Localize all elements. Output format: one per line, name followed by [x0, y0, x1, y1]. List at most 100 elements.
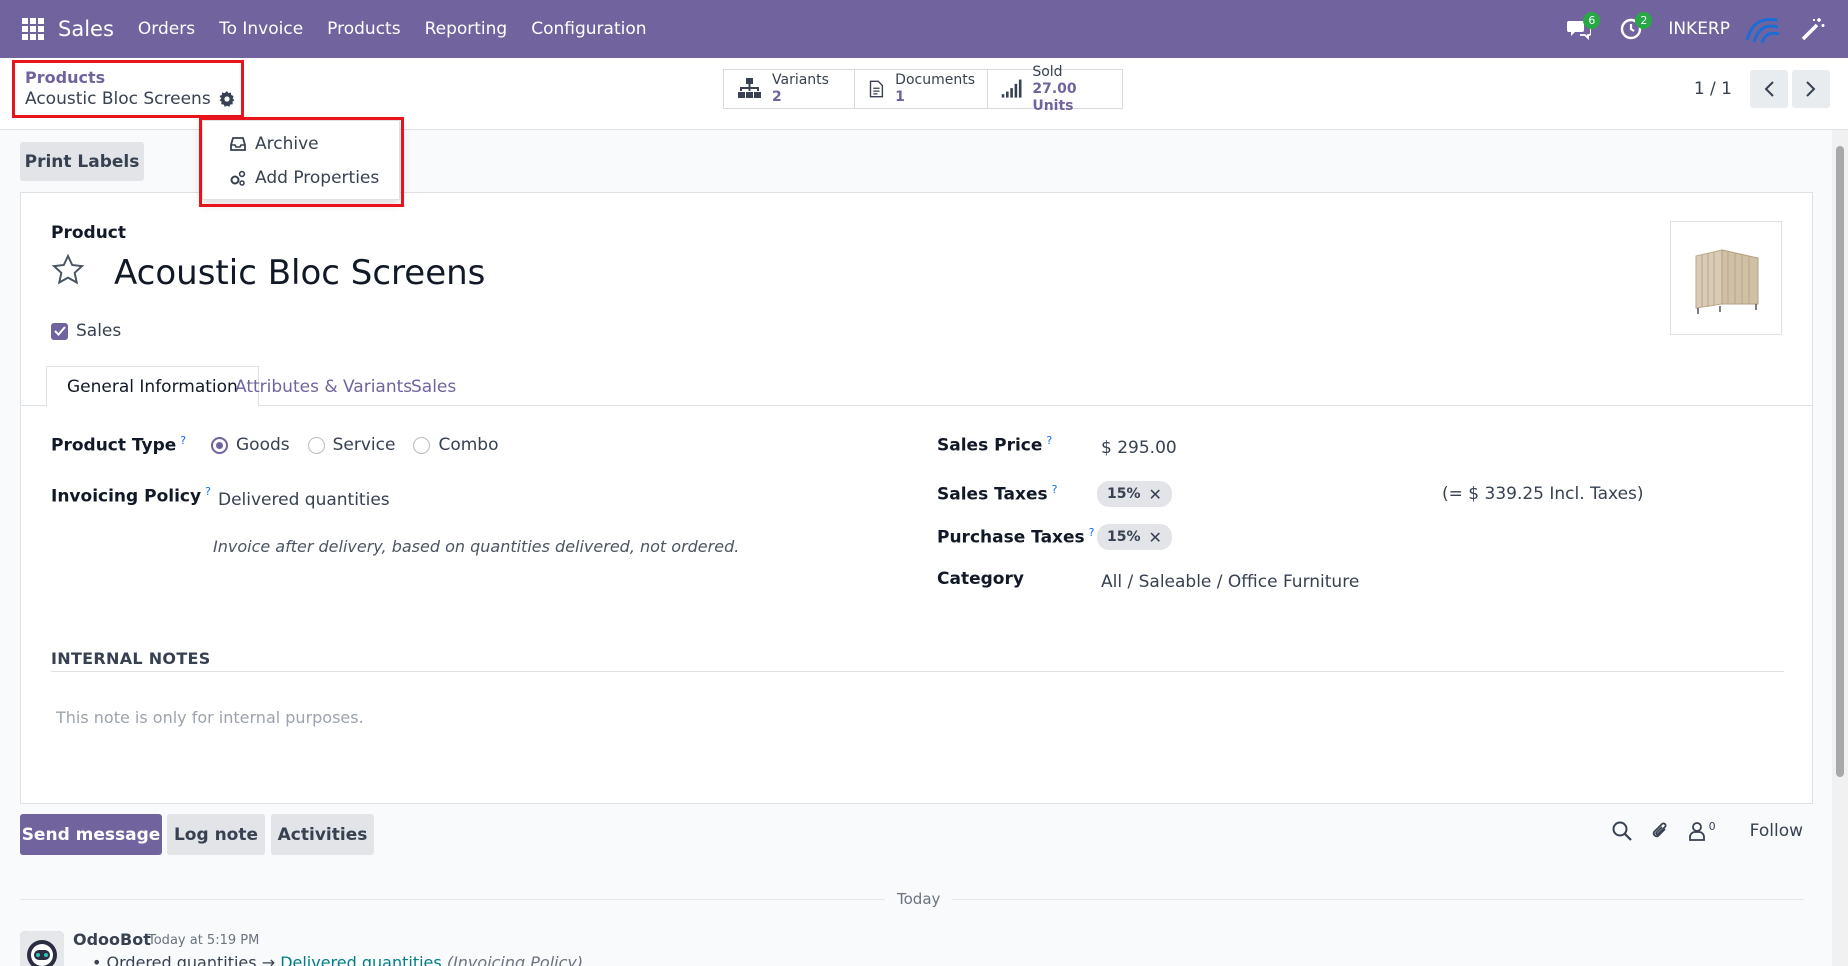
top-navbar: Sales Orders To Invoice Products Reporti…	[0, 0, 1848, 58]
followers-button[interactable]: 0	[1687, 820, 1716, 842]
tab-sales[interactable]: Sales	[391, 366, 476, 407]
remove-tag-icon[interactable]: ✕	[1149, 528, 1162, 547]
search-icon[interactable]	[1611, 820, 1633, 842]
sales-taxes-label: Sales Taxes?	[937, 483, 1057, 505]
menu-products[interactable]: Products	[315, 19, 412, 39]
internal-notes-title: INTERNAL NOTES	[51, 649, 211, 668]
activities-button[interactable]: Activities	[271, 814, 374, 855]
category-select[interactable]: All / Saleable / Office Furniture	[1101, 572, 1359, 592]
messages-badge: 6	[1583, 12, 1601, 29]
invoicing-policy-label: Invoicing Policy?	[51, 485, 211, 507]
app-name[interactable]: Sales	[58, 17, 114, 41]
activities-button[interactable]: 2	[1616, 12, 1653, 44]
follow-button[interactable]: Follow	[1750, 821, 1803, 841]
chevron-right-icon	[1806, 81, 1816, 97]
purchase-tax-tag-label: 15%	[1107, 529, 1141, 545]
purchase-taxes-label: Purchase Taxes?	[937, 526, 1095, 548]
purchase-tax-tag[interactable]: 15% ✕	[1097, 524, 1172, 550]
document-icon	[869, 80, 884, 98]
radio-goods-label: Goods	[236, 435, 290, 455]
sales-taxes-incl: (= $ 339.25 Incl. Taxes)	[1442, 484, 1644, 504]
bullet-icon: •	[92, 953, 102, 966]
help-icon[interactable]: ?	[205, 485, 211, 498]
radio-combo-dot	[413, 436, 431, 454]
chatter-tools: 0 Follow	[1595, 820, 1803, 842]
variants-smart-button[interactable]: Variants 2	[723, 69, 855, 109]
company-logo-icon	[1745, 18, 1780, 44]
product-type-label-text: Product Type	[51, 435, 177, 456]
sitemap-icon	[738, 78, 761, 98]
invoicing-policy-select[interactable]: Delivered quantities	[218, 490, 390, 510]
main-scrollbar[interactable]	[1832, 130, 1848, 966]
radio-combo[interactable]: Combo	[413, 435, 499, 455]
menu-configuration[interactable]: Configuration	[519, 19, 658, 39]
radio-service[interactable]: Service	[307, 435, 396, 455]
internal-notes-editor[interactable]: This note is only for internal purposes.	[56, 708, 364, 727]
dropdown-highlight-box	[199, 117, 404, 207]
message-author[interactable]: OdooBot	[73, 930, 151, 949]
acoustic-screen-image	[1695, 249, 1759, 314]
menu-to-invoice[interactable]: To Invoice	[207, 19, 315, 39]
tracking-old-value: Ordered quantities	[106, 953, 257, 966]
sold-smart-button[interactable]: Sold 27.00 Units	[987, 64, 1123, 114]
activities-badge: 2	[1635, 12, 1653, 29]
documents-smart-button[interactable]: Documents 1	[854, 69, 988, 109]
sales-checkbox-row: Sales	[51, 321, 121, 341]
navbar-systray: 6 2 INKERP	[1564, 0, 1848, 58]
pager-value[interactable]: 1 / 1	[1694, 79, 1732, 99]
odoobot-avatar[interactable]	[20, 931, 64, 966]
smart-buttons: Variants 2 Documents 1 Sold 27.00 Units	[723, 64, 1123, 114]
sales-checkbox-label: Sales	[76, 321, 122, 341]
product-field-label: Product	[51, 223, 126, 243]
tracking-arrow: →	[261, 953, 276, 966]
scrollbar-thumb[interactable]	[1836, 146, 1844, 777]
robot-avatar-icon	[20, 931, 64, 966]
sales-price-input[interactable]: $ 295.00	[1101, 438, 1177, 458]
paperclip-icon[interactable]	[1649, 820, 1671, 842]
product-name-input[interactable]: Acoustic Bloc Screens	[114, 253, 485, 293]
variants-label: Variants	[772, 72, 829, 88]
menu-orders[interactable]: Orders	[126, 19, 207, 39]
menu-reporting[interactable]: Reporting	[413, 19, 520, 39]
sold-label: Sold	[1032, 63, 1063, 80]
magic-wand-icon[interactable]	[1800, 16, 1826, 42]
help-icon[interactable]: ?	[180, 434, 186, 447]
star-icon[interactable]	[51, 253, 85, 287]
tracking-field-name: (Invoicing Policy)	[446, 953, 584, 966]
messaging-button[interactable]: 6	[1564, 12, 1601, 44]
invoicing-policy-label-text: Invoicing Policy	[51, 486, 202, 507]
sales-tax-tag-label: 15%	[1107, 486, 1141, 502]
invoicing-policy-hint: Invoice after delivery, based on quantit…	[213, 537, 740, 556]
help-icon[interactable]: ?	[1052, 483, 1058, 496]
sold-text: Sold 27.00 Units	[1032, 64, 1110, 115]
company-switcher[interactable]: INKERP	[1668, 19, 1730, 39]
category-label: Category	[937, 569, 1024, 589]
product-form-sheet: Product Acoustic Bloc Screens Sales Gene…	[20, 192, 1813, 804]
tracking-new-value: Delivered quantities	[280, 953, 442, 966]
radio-service-dot	[307, 436, 325, 454]
product-image[interactable]	[1670, 221, 1782, 335]
send-message-button[interactable]: Send message	[20, 814, 162, 855]
date-separator-label: Today	[885, 890, 953, 908]
sales-taxes-label-text: Sales Taxes	[937, 484, 1048, 505]
purchase-taxes-label-text: Purchase Taxes	[937, 527, 1085, 548]
sales-tax-tag[interactable]: 15% ✕	[1097, 481, 1172, 507]
bar-signal-icon	[1001, 79, 1022, 98]
help-icon[interactable]: ?	[1046, 434, 1052, 447]
radio-service-label: Service	[332, 435, 396, 455]
help-icon[interactable]: ?	[1089, 526, 1095, 539]
apps-menu-icon[interactable]	[22, 18, 44, 40]
user-icon	[1688, 822, 1705, 841]
pager-previous-button[interactable]	[1750, 70, 1788, 108]
sales-checkbox[interactable]	[51, 322, 68, 340]
log-note-button[interactable]: Log note	[167, 814, 265, 855]
sales-price-label-text: Sales Price	[937, 435, 1043, 456]
documents-label: Documents	[895, 72, 975, 88]
print-labels-button[interactable]: Print Labels	[20, 142, 144, 181]
breadcrumb-highlight-box	[12, 60, 244, 118]
remove-tag-icon[interactable]: ✕	[1149, 485, 1162, 504]
product-type-label: Product Type?	[51, 434, 186, 456]
variants-value: 2	[772, 89, 782, 105]
radio-goods[interactable]: Goods	[211, 435, 290, 455]
pager-next-button[interactable]	[1792, 70, 1830, 108]
